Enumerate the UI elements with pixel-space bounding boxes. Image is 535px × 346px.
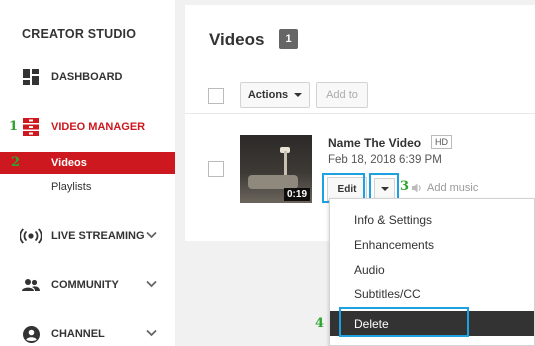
menu-item-audio[interactable]: Audio xyxy=(330,257,534,282)
video-count-badge: 1 xyxy=(279,29,298,49)
sidebar-item-label: DASHBOARD xyxy=(51,71,123,83)
sidebar-subitem-label: Videos xyxy=(51,157,87,169)
delete-highlight-box xyxy=(339,307,469,337)
sidebar-item-label: COMMUNITY xyxy=(51,279,119,291)
sidebar-item-videos[interactable]: 2 Videos xyxy=(0,152,175,174)
caret-down-icon xyxy=(294,93,303,97)
sidebar-item-channel[interactable]: CHANNEL xyxy=(0,322,175,346)
hd-badge: HD xyxy=(431,135,452,149)
menu-item-info-settings[interactable]: Info & Settings xyxy=(330,207,534,232)
chevron-down-icon[interactable] xyxy=(146,279,157,291)
step-marker-2: 2 xyxy=(11,155,21,170)
sidebar-item-dashboard[interactable]: DASHBOARD xyxy=(0,65,175,89)
sidebar-item-label: CHANNEL xyxy=(51,328,105,340)
thumbnail-image-detail xyxy=(284,151,287,177)
broadcast-icon xyxy=(20,227,42,245)
sidebar-item-playlists[interactable]: Playlists xyxy=(0,176,175,198)
video-date: Feb 18, 2018 6:39 PM xyxy=(328,154,442,166)
step-marker-3: 3 xyxy=(400,179,410,194)
sidebar-subitem-label: Playlists xyxy=(51,181,92,193)
menu-item-enhancements[interactable]: Enhancements xyxy=(330,232,534,257)
video-row-checkbox[interactable] xyxy=(208,161,224,177)
menu-item-subtitles[interactable]: Subtitles/CC xyxy=(330,281,534,306)
sidebar-item-community[interactable]: COMMUNITY xyxy=(0,273,175,297)
sidebar: CREATOR STUDIO DASHBOARD 1 VIDEO MANAGER… xyxy=(0,0,175,346)
sidebar-item-live-streaming[interactable]: LIVE STREAMING xyxy=(0,224,175,248)
chevron-down-icon[interactable] xyxy=(146,230,157,242)
actions-button[interactable]: Actions xyxy=(240,82,310,108)
sidebar-item-label: VIDEO MANAGER xyxy=(51,121,146,133)
community-icon xyxy=(22,276,40,294)
account-circle-icon xyxy=(22,325,40,343)
video-thumbnail[interactable]: 0:19 xyxy=(240,135,312,203)
dashboard-icon xyxy=(22,68,40,86)
select-all-checkbox[interactable] xyxy=(208,88,224,104)
creator-studio-title: CREATOR STUDIO xyxy=(22,27,137,41)
actions-label: Actions xyxy=(247,89,289,101)
add-music-label: Add music xyxy=(427,182,479,194)
sidebar-item-label: LIVE STREAMING xyxy=(51,230,145,242)
video-manager-icon xyxy=(22,118,40,136)
add-music-button[interactable]: Add music xyxy=(411,182,478,194)
speaker-icon xyxy=(412,183,421,193)
chevron-down-icon[interactable] xyxy=(146,328,157,340)
add-to-button[interactable]: Add to xyxy=(316,82,368,108)
step-marker-4: 4 xyxy=(315,316,325,331)
video-duration: 0:19 xyxy=(283,188,310,201)
sidebar-item-video-manager[interactable]: VIDEO MANAGER xyxy=(0,115,175,139)
page-title: Videos xyxy=(209,30,265,49)
thumbnail-image-detail xyxy=(248,175,298,189)
video-title-link[interactable]: Name The Video xyxy=(328,136,421,150)
divider xyxy=(185,113,535,114)
